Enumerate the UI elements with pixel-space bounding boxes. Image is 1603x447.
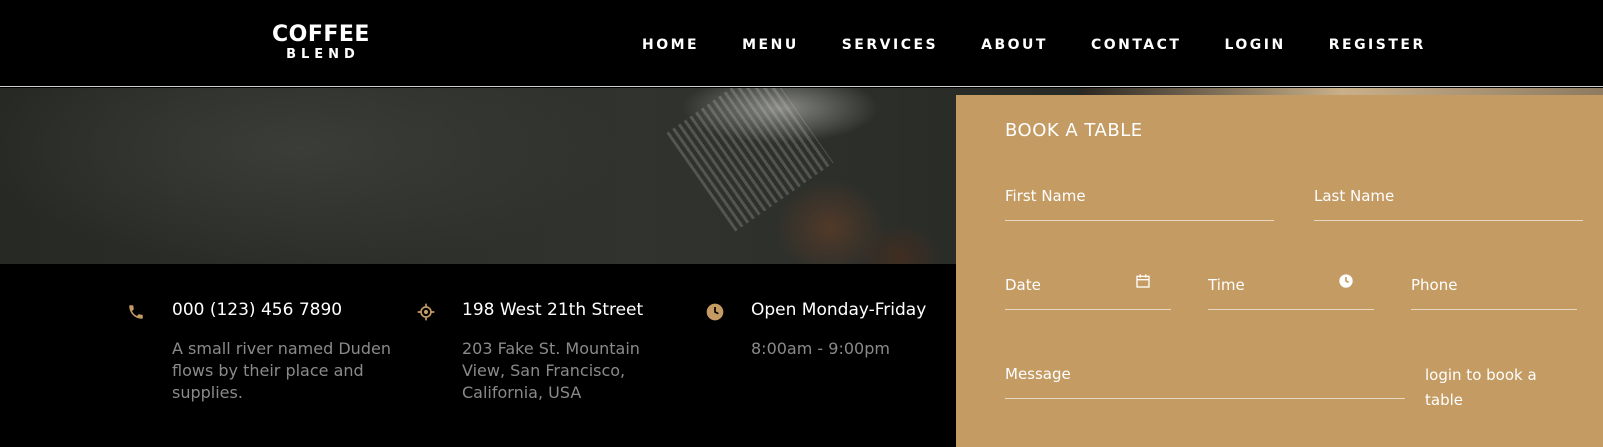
time-field[interactable]: Time [1208,273,1374,310]
login-to-book-link[interactable]: login to book a table [1425,363,1565,413]
phone-icon [126,302,146,322]
first-name-field[interactable]: First Name [1005,187,1274,221]
date-placeholder: Date [1005,276,1041,294]
phone-placeholder: Phone [1411,276,1458,294]
calendar-icon[interactable] [1135,273,1153,291]
brand-name-line1: COFFEE [272,22,370,47]
clock-icon [705,302,725,322]
brand-name-line2: BLEND [286,47,360,62]
address-title: 198 West 21th Street [462,300,644,320]
booking-form: BOOK A TABLE First Name Last Name Date T… [956,95,1603,447]
last-name-field[interactable]: Last Name [1314,187,1583,221]
message-placeholder: Message [1005,365,1071,383]
phone-number[interactable]: 000 (123) 456 7890 [172,300,342,320]
location-icon [416,302,436,322]
nav-home[interactable]: HOME [642,37,699,53]
message-field[interactable]: Message [1005,365,1405,399]
nav-services[interactable]: SERVICES [842,37,938,53]
main-nav: HOME MENU SERVICES ABOUT CONTACT LOGIN R… [642,37,1469,53]
phone-description: A small river named Duden flows by their… [172,339,391,402]
navbar: COFFEE BLEND HOME MENU SERVICES ABOUT CO… [0,0,1603,87]
last-name-placeholder: Last Name [1314,187,1395,205]
clock-icon[interactable] [1338,273,1356,291]
hero-texture [666,88,834,232]
nav-register[interactable]: REGISTER [1329,37,1426,53]
brand-logo[interactable]: COFFEE BLEND [272,22,370,62]
time-placeholder: Time [1208,276,1245,294]
hours-title: Open Monday-Friday [751,300,927,320]
phone-field[interactable]: Phone [1411,276,1577,310]
nav-login[interactable]: LOGIN [1224,37,1285,53]
address-description: 203 Fake St. Mountain View, San Francisc… [462,339,640,402]
date-field[interactable]: Date [1005,273,1171,310]
first-name-placeholder: First Name [1005,187,1086,205]
nav-contact[interactable]: CONTACT [1091,37,1182,53]
nav-about[interactable]: ABOUT [981,37,1048,53]
booking-title: BOOK A TABLE [1005,120,1143,141]
nav-menu[interactable]: MENU [742,37,799,53]
hours-description: 8:00am - 9:00pm [751,339,890,358]
